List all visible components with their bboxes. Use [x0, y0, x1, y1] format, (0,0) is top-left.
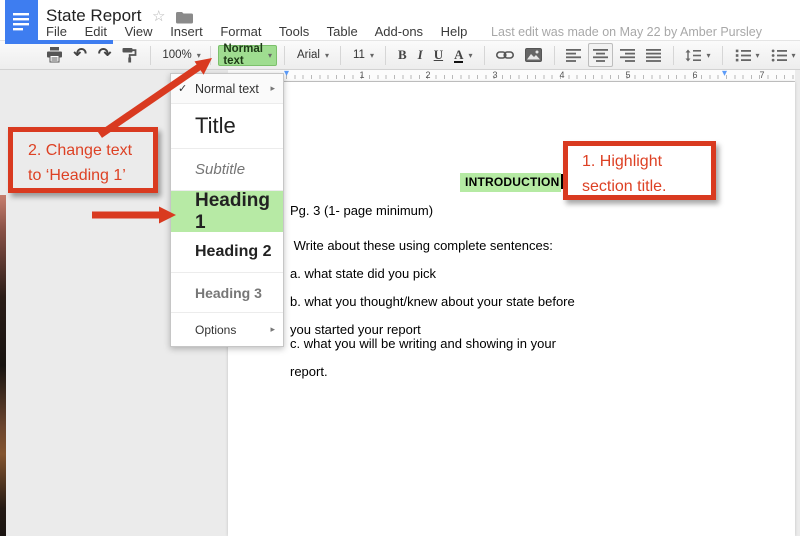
numbered-list-icon	[735, 49, 751, 62]
check-icon: ✓	[178, 82, 187, 95]
bulleted-list-icon	[771, 49, 787, 62]
doc-text-line[interactable]: c. what you will be writing and showing …	[290, 336, 556, 351]
menu-view[interactable]: View	[125, 24, 153, 39]
chevron-down-icon: ▾	[706, 51, 710, 60]
insert-image-button[interactable]	[521, 43, 546, 67]
style-option-normal-text[interactable]: ✓ Normal text ▸	[171, 74, 283, 104]
text-color-button[interactable]: A ▾	[450, 43, 476, 67]
highlighted-heading[interactable]: INTRODUCTION	[460, 173, 561, 192]
chevron-down-icon: ▾	[370, 51, 374, 60]
align-center-icon	[593, 49, 608, 62]
ruler-number: 6	[692, 70, 697, 80]
redo-icon: ↷	[98, 47, 111, 63]
last-edit-status[interactable]: Last edit was made on May 22 by Amber Pu…	[491, 25, 762, 39]
menu-table[interactable]: Table	[327, 24, 358, 39]
menu-tools[interactable]: Tools	[279, 24, 309, 39]
chevron-down-icon: ▾	[325, 51, 329, 60]
style-option-title[interactable]: Title	[171, 104, 283, 149]
undo-button[interactable]: ↶	[70, 43, 91, 67]
style-option-heading1[interactable]: Heading 1	[171, 191, 283, 232]
toolbar-separator	[673, 46, 674, 65]
ruler-number: 2	[425, 70, 430, 80]
insert-link-button[interactable]	[492, 43, 518, 67]
align-center-button[interactable]	[588, 43, 613, 67]
ruler-ticks	[228, 75, 795, 79]
doc-text-line[interactable]: report.	[290, 364, 328, 379]
chevron-down-icon: ▾	[197, 51, 201, 60]
menu-format[interactable]: Format	[220, 24, 261, 39]
toolbar-separator	[284, 46, 285, 65]
desktop-edge	[0, 195, 6, 536]
bold-button[interactable]: B	[394, 43, 411, 67]
doc-text-line[interactable]: Write about these using complete sentenc…	[290, 238, 553, 253]
numbered-list-button[interactable]: ▾	[731, 43, 764, 67]
toolbar: ↶ ↷ 100% ▾ Normal text ▾ Arial ▾ 11 ▾ B …	[0, 40, 800, 70]
ruler-number: 3	[492, 70, 497, 80]
zoom-select[interactable]: 100% ▾	[158, 43, 202, 67]
menu-help[interactable]: Help	[441, 24, 468, 39]
toolbar-separator	[722, 46, 723, 65]
submenu-arrow-icon: ▸	[270, 324, 275, 335]
chevron-down-icon: ▾	[268, 51, 272, 60]
chevron-down-icon: ▾	[756, 51, 760, 60]
paint-roller-icon	[122, 47, 138, 63]
line-spacing-button[interactable]: ▾	[681, 43, 714, 67]
ruler[interactable]: 1 2 3 4 5 6 7 ▾ ▾	[228, 70, 795, 82]
ruler-number: 4	[559, 70, 564, 80]
print-button[interactable]	[42, 43, 67, 67]
toolbar-separator	[385, 46, 386, 65]
bulleted-list-button[interactable]: ▾	[767, 43, 800, 67]
toolbar-separator	[554, 46, 555, 65]
underline-button[interactable]: U	[430, 43, 447, 67]
doc-text-line[interactable]: Pg. 3 (1- page minimum)	[290, 203, 433, 218]
image-icon	[525, 48, 542, 62]
doc-text-line[interactable]: a. what state did you pick	[290, 266, 436, 281]
font-family-select[interactable]: Arial ▾	[293, 43, 333, 67]
annotation-step2: 2. Change text to ‘Heading 1’	[8, 127, 158, 193]
menu-edit[interactable]: Edit	[85, 24, 107, 39]
doc-text-line[interactable]: you started your report	[290, 322, 421, 337]
print-icon	[46, 47, 63, 63]
redo-button[interactable]: ↷	[94, 43, 115, 67]
line-spacing-icon	[685, 49, 701, 62]
justify-icon	[646, 49, 661, 62]
document-title[interactable]: State Report	[46, 6, 141, 26]
app-header: State Report ☆ File Edit View Insert For…	[0, 0, 800, 40]
align-left-button[interactable]	[562, 43, 585, 67]
star-icon[interactable]: ☆	[152, 7, 165, 25]
docs-logo-bar	[5, 40, 113, 44]
submenu-arrow-icon: ▸	[270, 83, 275, 94]
ruler-number: 5	[625, 70, 630, 80]
menu-file[interactable]: File	[46, 24, 67, 39]
paint-format-button[interactable]	[118, 43, 142, 67]
ruler-number: 1	[359, 70, 364, 80]
style-option-subtitle[interactable]: Subtitle	[171, 149, 283, 191]
italic-button[interactable]: I	[414, 43, 427, 67]
undo-icon: ↶	[74, 47, 87, 63]
style-option-options[interactable]: Options ▸	[171, 313, 283, 346]
doc-text-line[interactable]: b. what you thought/knew about your stat…	[290, 294, 575, 309]
align-left-icon	[566, 49, 581, 62]
toolbar-separator	[484, 46, 485, 65]
style-option-heading2[interactable]: Heading 2	[171, 232, 283, 273]
paragraph-style-select[interactable]: Normal text ▾	[218, 45, 277, 66]
align-right-icon	[620, 49, 635, 62]
link-icon	[496, 50, 514, 60]
menu-insert[interactable]: Insert	[170, 24, 203, 39]
align-right-button[interactable]	[616, 43, 639, 67]
menu-addons[interactable]: Add-ons	[375, 24, 423, 39]
justify-button[interactable]	[642, 43, 665, 67]
font-size-select[interactable]: 11 ▾	[349, 43, 378, 67]
docs-logo[interactable]	[5, 0, 38, 44]
style-option-heading3[interactable]: Heading 3	[171, 273, 283, 313]
paragraph-style-menu: ✓ Normal text ▸ Title Subtitle Heading 1…	[170, 73, 284, 347]
ruler-number: 7	[759, 70, 764, 80]
menubar: File Edit View Insert Format Tools Table…	[46, 24, 762, 39]
toolbar-separator	[340, 46, 341, 65]
toolbar-separator	[150, 46, 151, 65]
annotation-step1: 1. Highlight section title.	[563, 141, 716, 200]
toolbar-separator	[210, 46, 211, 65]
chevron-down-icon: ▾	[468, 51, 472, 60]
chevron-down-icon: ▾	[792, 51, 796, 60]
